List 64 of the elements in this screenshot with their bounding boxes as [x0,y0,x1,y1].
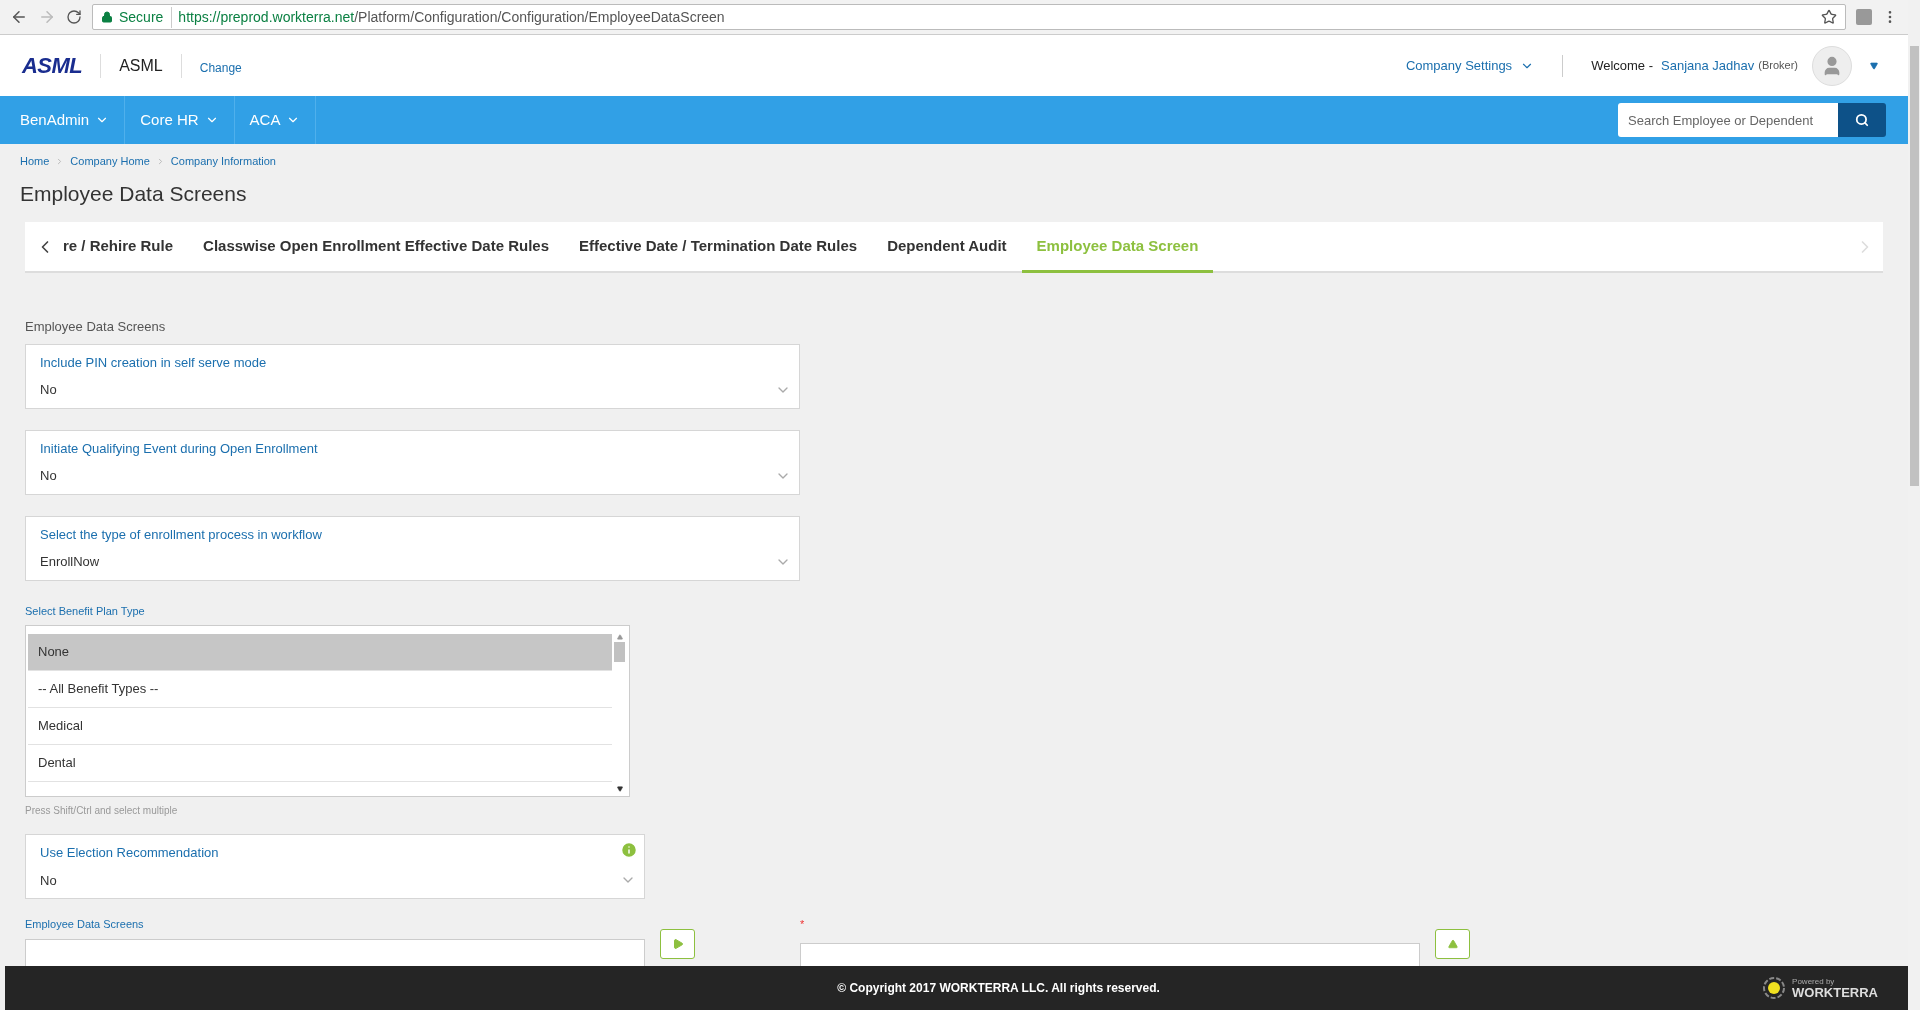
info-icon[interactable] [620,841,638,859]
forward-icon[interactable] [38,8,56,26]
lock-icon [101,11,113,23]
select-field[interactable]: Include PIN creation in self serve mode No [25,343,800,409]
extension-icon[interactable] [1856,9,1872,25]
field-label: Include PIN creation in self serve mode [40,353,268,372]
play-icon [671,938,684,950]
field-label: Use Election Recommendation [40,844,220,862]
search-icon [1855,113,1869,127]
move-right-button[interactable] [660,929,695,959]
user-role: (Broker) [1758,58,1798,74]
field-label: Select the type of enrollment process in workflow [40,525,323,544]
tab[interactable]: Dependent Audit [872,222,1022,273]
powered-by-text: Powered by [1792,977,1836,986]
company-name: ASML [119,55,163,76]
field-label: Employee Data Screens [25,917,145,932]
up-arrow-icon [1446,939,1459,949]
select-field[interactable]: Use Election Recommendation No [25,834,645,899]
change-link[interactable]: Change [199,58,242,77]
company-settings-menu[interactable]: Company Settings [1405,55,1535,76]
reload-icon[interactable] [66,9,82,25]
field-value: EnrollNow [40,553,100,571]
copyright-text: © Copyright 2017 WORKTERRA LLC. All rights reserved. [837,980,1160,997]
move-up-button[interactable] [1435,929,1470,959]
select-field[interactable]: Select the type of enrollment process in workflow EnrollNow [25,515,800,581]
user-name-link[interactable]: Sanjana Jadhav [1661,55,1755,76]
field-value: No [40,467,57,485]
url-text: https://preprod.workterra.net/Platform/Configuration/Configuration/EmployeeDataScreen [178,7,725,27]
page-title: Employee Data Screens [20,180,248,207]
secure-label: Secure [119,6,173,28]
avatar[interactable] [1812,45,1852,86]
scroll-down-icon[interactable] [616,786,623,792]
data-screens-listbox[interactable] [25,938,645,966]
selected-screens-listbox[interactable] [800,942,1420,966]
scroll-up-icon[interactable] [616,634,623,640]
breadcrumb-link[interactable]: Company Information [170,153,276,170]
select-field[interactable]: Initiate Qualifying Event during Open Enrollment No [25,429,800,495]
section-label: Employee Data Screens [25,318,167,336]
benefit-plan-listbox[interactable]: None -- All Benefit Types -- Medical Dental [25,625,630,797]
tab[interactable]: Effective Date / Termination Date Rules [564,222,873,273]
logo: ASML [22,52,83,80]
search-field[interactable]: Search Employee or Dependent [1618,103,1838,137]
bookmark-star-icon[interactable] [1821,9,1837,25]
logo-icon [1762,976,1787,1000]
field-value: No [40,381,57,399]
scrollbar[interactable] [612,634,627,794]
back-icon[interactable] [10,8,28,26]
hint-text: Press Shift/Ctrl and select multiple [25,804,179,818]
required-mark: * [800,917,806,932]
brand-text: WORKTERRA [1792,985,1878,999]
scroll-thumb[interactable] [614,642,625,662]
breadcrumb-link[interactable]: Home [20,153,50,170]
tab[interactable]: Classwise Open Enrollment Effective Date Rules [188,222,564,273]
field-label: Select Benefit Plan Type [25,603,146,619]
breadcrumb-link[interactable]: Company Home [70,153,150,170]
list-option[interactable]: None [28,634,612,671]
address-bar[interactable]: Secure https://preprod.workterra.net/Platform/Configuration/Configuration/EmployeeDataScreen [92,4,1846,30]
scroll-thumb[interactable] [1909,46,1919,486]
field-value: No [40,871,57,890]
caret-icon[interactable] [1870,61,1878,70]
search-button[interactable] [1838,103,1886,137]
field-label: Initiate Qualifying Event during Open Enrollment [40,439,319,458]
welcome-label: Welcome - [1591,56,1653,75]
tab[interactable]: re / Rehire Rule [55,222,189,273]
